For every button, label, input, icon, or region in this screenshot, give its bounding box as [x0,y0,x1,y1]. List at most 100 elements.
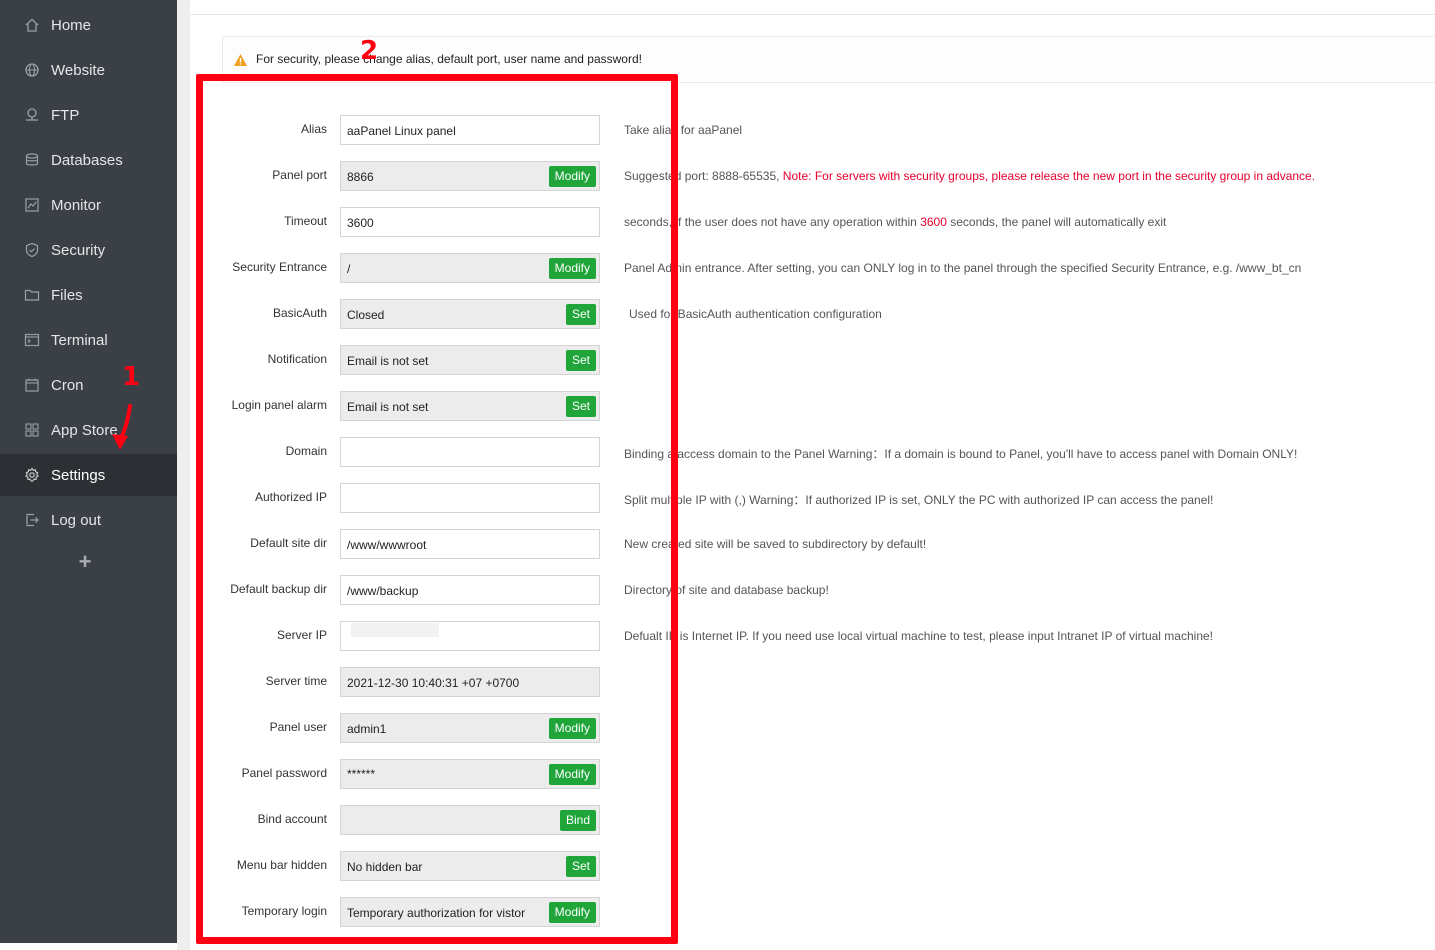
domain-help: Binding a access domain to the Panel War… [624,447,1298,461]
default-site-dir-help: New created site will be saved to subdir… [624,537,927,551]
menu-bar-hidden-label: Menu bar hidden [236,858,327,872]
panel-port-help: Suggested port: 8888-65535, Note: For se… [624,169,1315,183]
basic-auth-label: BasicAuth [272,306,327,320]
notification-value: Email is not set [347,354,429,368]
server-time-value: 2021-12-30 10:40:31 +07 +0700 [347,676,520,690]
panel-password-field: ****** Modify [340,759,600,789]
menu-bar-hidden-field: No hidden bar Set [340,851,600,881]
sidebar-item-cron[interactable]: Cron [0,364,177,406]
sidebar-item-databases[interactable]: Databases [0,139,177,181]
sidebar-item-website[interactable]: Website [0,49,177,91]
sidebar-item-settings[interactable]: Settings [0,454,177,496]
basic-auth-value: Closed [347,308,385,322]
panel-user-label: Panel user [269,720,327,734]
sidebar-item-terminal[interactable]: Terminal [0,319,177,361]
basic-auth-help: Used for BasicAuth authentication config… [629,307,882,321]
alert-text: For security, please change alias, defau… [256,52,642,66]
default-site-dir-input[interactable]: /www/wwwroot [340,529,600,559]
domain-label: Domain [285,444,327,458]
default-backup-dir-input[interactable]: /www/backup [340,575,600,605]
authorized-ip-input[interactable] [340,483,600,513]
basic-auth-set-button[interactable]: Set [565,304,596,325]
sidebar-item-home[interactable]: Home [0,4,177,46]
step-1-marker: 1 [122,362,141,392]
arrow-icon [112,404,132,450]
terminal-icon [23,332,40,349]
panel-port-warning: Note: For servers with security groups, … [782,169,1316,183]
sidebar-item-label: Databases [51,151,123,169]
alias-help: Take alias for aaPanel [624,123,743,137]
notification-set-button[interactable]: Set [565,350,596,371]
bind-account-button[interactable]: Bind [559,810,596,831]
basic-auth-field: Closed Set [340,299,600,329]
sidebar-item-label: Security [51,241,106,259]
shield-icon [23,242,40,259]
authorized-ip-help: Split multiple IP with (,) Warning：If au… [624,493,1214,507]
panel-password-value: ****** [347,767,376,781]
gear-icon [23,467,40,484]
menu-bar-hidden-value: No hidden bar [347,860,423,874]
timeout-help-post: seconds, the panel will automatically ex… [946,215,1167,229]
bind-account-label: Bind account [257,812,327,826]
home-icon [23,17,40,34]
alias-value: aaPanel Linux panel [347,124,456,138]
panel-user-modify-button[interactable]: Modify [548,718,596,739]
timeout-help: seconds, if the user does not have any o… [624,215,1166,229]
timeout-input[interactable]: 3600 [340,207,600,237]
monitor-icon [23,197,40,214]
panel-port-modify-button[interactable]: Modify [548,166,596,187]
login-alarm-field: Email is not set Set [340,391,600,421]
logout-icon [23,512,40,529]
warning-icon [234,54,247,66]
sidebar: Home Website FTP Databases Monitor Secur… [0,0,177,943]
server-ip-input[interactable] [340,621,600,651]
alias-input[interactable]: aaPanel Linux panel [340,115,600,145]
security-alert: For security, please change alias, defau… [222,36,1435,83]
sidebar-item-label: Settings [51,466,106,484]
sidebar-item-label: Home [51,16,92,34]
login-alarm-label: Login panel alarm [231,398,327,412]
security-entrance-field: / Modify [340,253,600,283]
default-backup-dir-help: Directory of site and database backup! [624,583,829,597]
sidebar-item-ftp[interactable]: FTP [0,94,177,136]
header-divider [190,14,1435,15]
notification-label: Notification [267,352,327,366]
timeout-value: 3600 [347,216,374,230]
step-2-marker: 2 [360,36,379,66]
alias-label: Alias [300,122,327,136]
add-menu-button[interactable]: + [74,550,96,574]
temporary-login-label: Temporary login [241,904,327,918]
timeout-label: Timeout [284,214,327,228]
sidebar-item-monitor[interactable]: Monitor [0,184,177,226]
sidebar-item-security[interactable]: Security [0,229,177,271]
sidebar-item-files[interactable]: Files [0,274,177,316]
default-backup-dir-value: /www/backup [347,584,419,598]
security-entrance-modify-button[interactable]: Modify [548,258,596,279]
ftp-icon [23,107,40,124]
menu-bar-hidden-set-button[interactable]: Set [565,856,596,877]
temporary-login-field: Temporary authorization for vistor Modif… [340,897,600,927]
sidebar-item-label: Monitor [51,196,102,214]
server-ip-label: Server IP [276,628,327,642]
temporary-login-value: Temporary authorization for vistor [347,906,526,920]
server-time-label: Server time [265,674,327,688]
login-alarm-set-button[interactable]: Set [565,396,596,417]
panel-password-modify-button[interactable]: Modify [548,764,596,785]
default-site-dir-label: Default site dir [250,536,327,550]
domain-input[interactable] [340,437,600,467]
panel-user-value: admin1 [347,722,387,736]
app-window: Home Website FTP Databases Monitor Secur… [0,0,1435,950]
folder-icon [23,287,40,304]
security-entrance-label: Security Entrance [232,260,327,274]
calendar-icon [23,377,40,394]
temporary-login-modify-button[interactable]: Modify [548,902,596,923]
sidebar-item-log-out[interactable]: Log out [0,499,177,541]
database-icon [23,152,40,169]
security-entrance-help: Panel Admin entrance. After setting, you… [624,261,1302,275]
sidebar-item-app-store[interactable]: App Store [0,409,177,451]
sidebar-item-label: FTP [51,106,80,124]
timeout-help-pre: seconds, if the user does not have any o… [624,215,921,229]
panel-user-field: admin1 Modify [340,713,600,743]
server-time-field: 2021-12-30 10:40:31 +07 +0700 [340,667,600,697]
bind-account-field: Bind [340,805,600,835]
